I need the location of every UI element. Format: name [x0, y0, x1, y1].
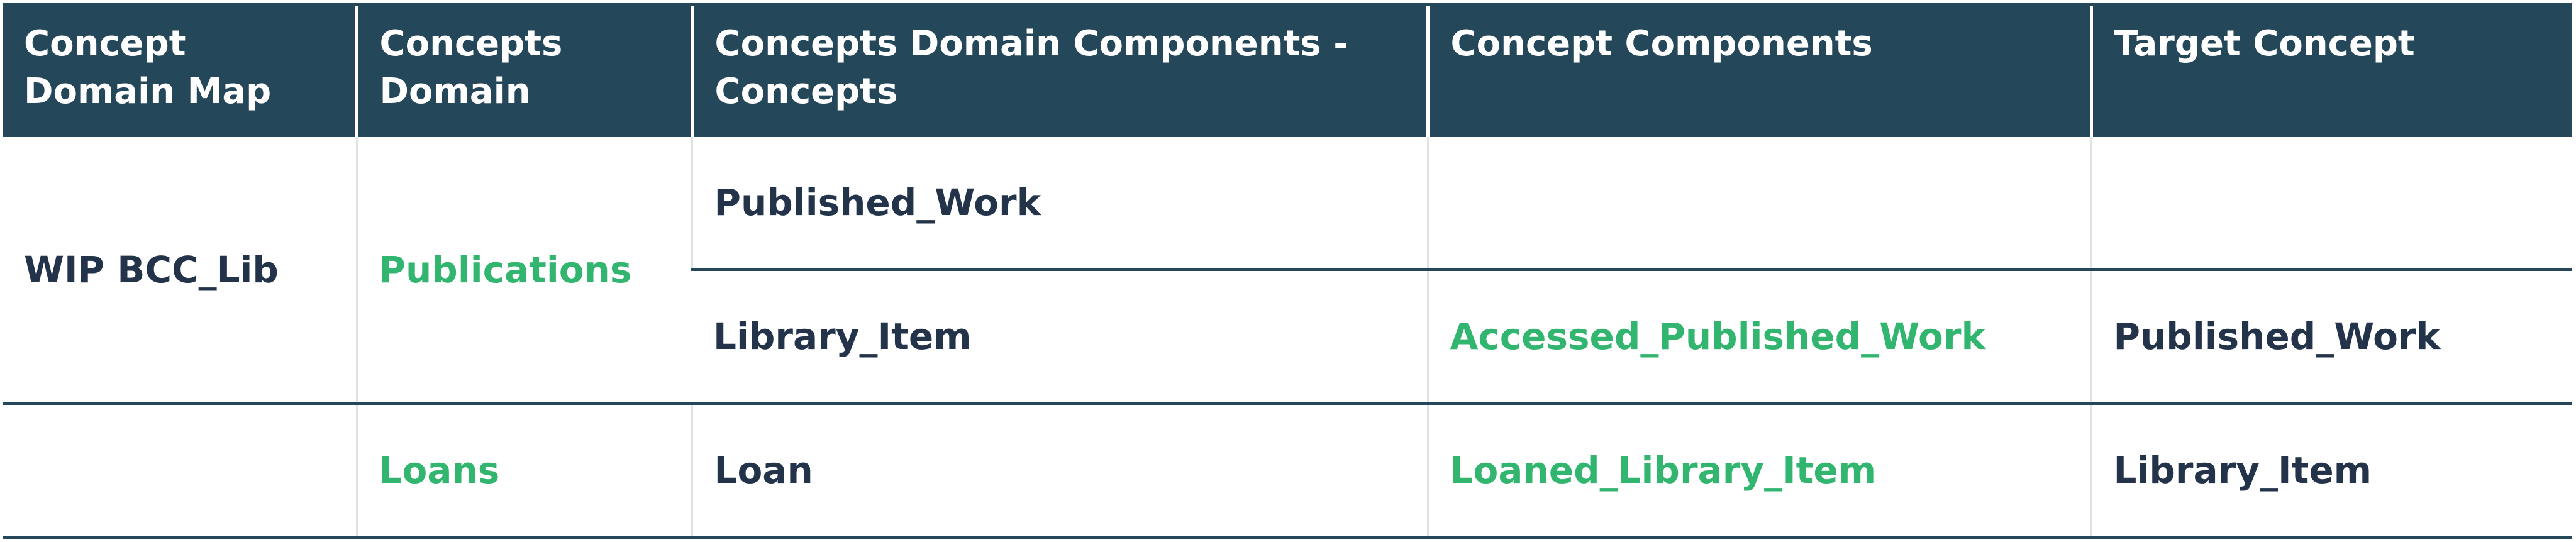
header-concept-components: Concept Components — [1426, 4, 2091, 137]
concept-domain-table: Concept Domain Map Concepts Domain Conce… — [3, 3, 2572, 539]
concepts-domain-cell: Publications — [355, 137, 692, 404]
concepts-domain-cell: Loans — [355, 402, 692, 539]
header-concepts-domain: Concepts Domain — [355, 4, 692, 137]
header-concept-domain-map: Concept Domain Map — [3, 4, 357, 137]
concept-component-cell: Accessed_Published_Work — [1426, 268, 2091, 404]
target-concept-cell: Published_Work — [2090, 268, 2572, 404]
header-domain-components: Concepts Domain Components - Concepts — [690, 4, 1428, 137]
target-concept-cell — [2090, 137, 2572, 270]
concept-cell: Library_Item — [692, 268, 1428, 404]
table-row: WIP BCC_Lib Publications Published_Work — [3, 137, 2572, 404]
concept-component-cell — [1426, 137, 2091, 270]
header-target-concept: Target Concept — [2089, 4, 2572, 137]
concept-domain-map-cell — [3, 402, 357, 539]
target-concept-cell: Library_Item — [2090, 402, 2572, 539]
concept-cell: Published_Work — [691, 137, 1428, 270]
header-row: Concept Domain Map Concepts Domain Conce… — [3, 4, 2572, 137]
concept-component-cell: Loaned_Library_Item — [1426, 402, 2091, 539]
concept-cell: Loan — [691, 402, 1428, 539]
table-row: Loans Loan Loaned_Library_Item Library_I… — [3, 402, 2572, 539]
concept-domain-map-cell: WIP BCC_Lib — [24, 248, 279, 291]
